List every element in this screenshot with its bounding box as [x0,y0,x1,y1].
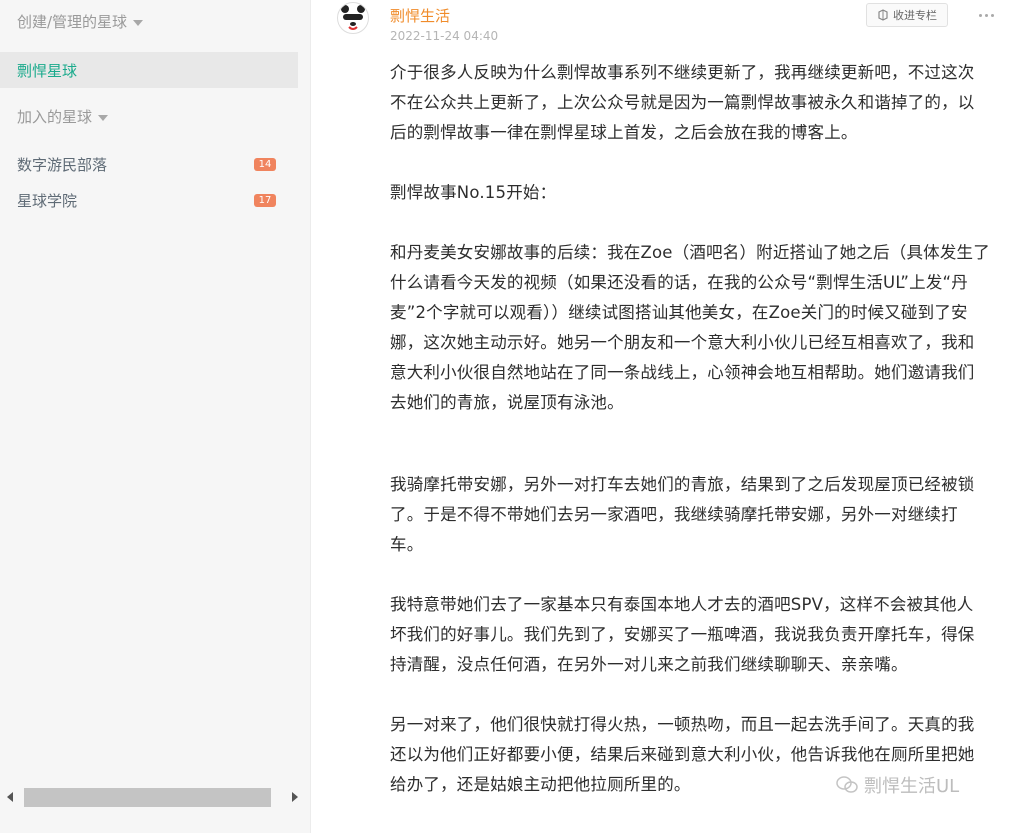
post-paragraph: 介于很多人反映为什么剽悍故事系列不继续更新了，我再继续更新吧，不过这次不在公众共… [390,63,975,142]
sidebar-item-piaohan-planet[interactable]: 剽悍星球 [0,52,298,88]
sidebar-item-label: 星球学院 [17,191,78,210]
scroll-right-icon[interactable] [292,792,298,802]
sidebar-item-label: 数字游民部落 [17,155,108,174]
wechat-icon [836,776,858,793]
collect-icon [878,9,888,21]
joined-groups-label: 加入的星球 [17,108,93,126]
post-paragraph: 我特意带她们去了一家基本只有泰国本地人才去的酒吧SPV，这样不会被其他人坏我们的… [390,595,975,674]
joined-groups-header[interactable]: 加入的星球 [17,106,109,127]
post-paragraph: 我骑摩托带安娜，另外一对打车去她们的青旅，结果到了之后发现屋顶已经被锁了。于是不… [390,475,975,554]
post-timestamp: 2022-11-24 04:40 [390,29,499,43]
wechat-account-label: 剽悍生活UL [864,776,960,797]
sidebar-item-planet-academy[interactable]: 星球学院 17 [0,182,298,218]
post-paragraph: 和丹麦美女安娜故事的后续：我在Zoe（酒吧名）附近搭讪了她之后（具体发生了什么请… [390,243,990,412]
avatar[interactable] [337,2,369,34]
collect-to-column-button[interactable]: 收进专栏 [866,3,948,27]
more-dot [990,13,994,17]
sidebar-item-digital-nomad[interactable]: 数字游民部落 14 [0,146,298,182]
sidebar: 创建/管理的星球 剽悍星球 加入的星球 数字游民部落 14 星球学院 17 [0,0,311,833]
post-panel: 剽悍生活 2022-11-24 04:40 收进专栏 介于很多人反映为什么剽悍故… [311,0,1031,833]
wechat-watermark: 剽悍生活UL [836,772,959,798]
scroll-left-icon[interactable] [7,792,13,802]
caret-down-icon [98,114,109,121]
collect-label: 收进专栏 [893,9,937,22]
scrollbar-thumb[interactable] [24,788,271,807]
more-dot [984,13,988,17]
post-paragraph: 剽悍故事No.15开始： [390,183,557,202]
caret-down-icon [133,19,144,26]
unread-badge: 14 [254,157,276,171]
created-groups-label: 创建/管理的星球 [17,13,128,31]
more-dots-icon [978,13,982,17]
author-name[interactable]: 剽悍生活 [390,5,450,26]
panda-avatar-icon [340,5,366,32]
sidebar-item-label: 剽悍星球 [17,61,78,80]
more-options-button[interactable] [975,6,997,24]
horizontal-scrollbar[interactable] [0,787,310,807]
unread-badge: 17 [254,193,276,207]
post-content: 介于很多人反映为什么剽悍故事系列不继续更新了，我再继续更新吧，不过这次不在公众共… [390,58,990,800]
created-groups-header[interactable]: 创建/管理的星球 [17,11,144,32]
